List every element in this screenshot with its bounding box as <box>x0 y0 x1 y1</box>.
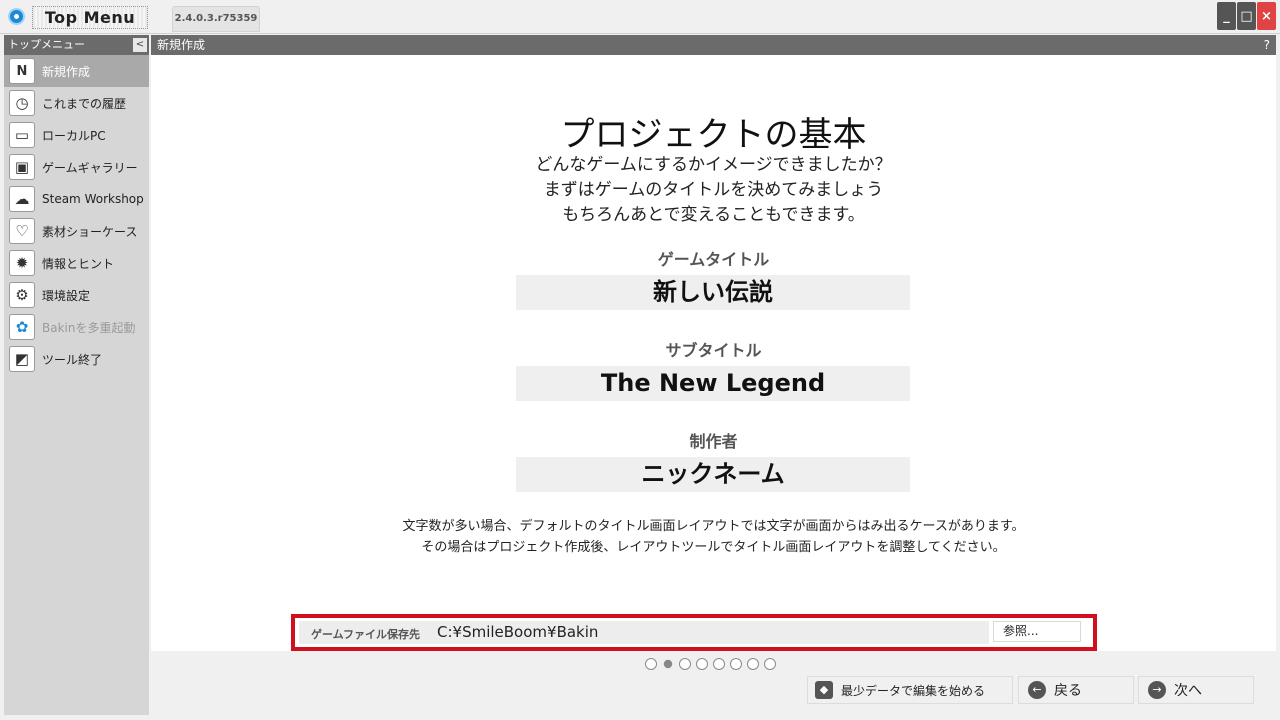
author-label: 制作者 <box>689 432 738 451</box>
note-line: 文字数が多い場合、デフォルトのタイトル画面レイアウトでは文字が画面からはみ出るケ… <box>402 519 1025 534</box>
heart-download-icon: ♡ <box>9 218 35 244</box>
page-dot[interactable] <box>679 658 691 670</box>
page-indicator <box>645 658 776 670</box>
page-dot[interactable] <box>764 658 776 670</box>
title-bar: Top Menu 2.4.0.3.r75359 _ □ × <box>0 0 1280 34</box>
window-title: Top Menu <box>32 6 148 29</box>
sidebar-item-label: 環境設定 <box>42 288 91 303</box>
sidebar-item-label: ツール終了 <box>42 352 103 367</box>
sidebar-item-settings[interactable]: ⚙ 環境設定 <box>4 279 149 311</box>
game-title-label: ゲームタイトル <box>657 250 770 269</box>
main-content: プロジェクトの基本 どんなゲームにするかイメージできましたか？ まずはゲームのタ… <box>151 55 1276 651</box>
start-minimal-data-button[interactable]: ◆ 最少データで編集を始める <box>807 676 1013 704</box>
next-button[interactable]: → 次へ <box>1138 676 1254 704</box>
intro-line: もちろんあとで変えることもできます。 <box>562 205 865 225</box>
layout-note: 文字数が多い場合、デフォルトのタイトル画面レイアウトでは文字が画面からはみ出るケ… <box>151 516 1276 558</box>
save-location-path: C:¥SmileBoom¥Bakin <box>437 623 599 641</box>
arrow-left-icon: ← <box>1028 681 1046 699</box>
sidebar-item-multi-launch[interactable]: ✿ Bakinを多重起動 <box>4 311 149 343</box>
cloud-icon: ☁ <box>9 186 35 212</box>
intro-text: どんなゲームにするかイメージできましたか？ まずはゲームのタイトルを決めてみまし… <box>151 153 1276 228</box>
exit-icon: ◩ <box>9 346 35 372</box>
subtitle-label: サブタイトル <box>665 341 762 360</box>
browse-button[interactable]: 参照... <box>993 621 1081 642</box>
close-button[interactable]: × <box>1257 2 1276 30</box>
button-label: 最少データで編集を始める <box>841 683 986 698</box>
sidebar-item-steam-workshop[interactable]: ☁ Steam Workshop <box>4 183 149 215</box>
page-dot[interactable] <box>696 658 708 670</box>
sidebar-item-local-pc[interactable]: ▭ ローカルPC <box>4 119 149 151</box>
collapse-sidebar-button[interactable]: < <box>133 38 147 52</box>
section-title: プロジェクトの基本 <box>560 115 867 155</box>
sidebar-item-label: 素材ショーケース <box>42 224 138 239</box>
subtitle-field[interactable]: The New Legend <box>516 366 910 401</box>
sidebar: トップメニュー < N 新規作成 ◷ これまでの履歴 ▭ ローカルPC ▣ ゲー… <box>4 35 149 715</box>
gear-icon: ⚙ <box>9 282 35 308</box>
sidebar-item-label: ローカルPC <box>42 128 106 143</box>
history-icon: ◷ <box>9 90 35 116</box>
app-logo-icon <box>8 8 25 25</box>
sidebar-item-label: Bakinを多重起動 <box>42 320 136 335</box>
page-dot[interactable] <box>747 658 759 670</box>
sidebar-item-label: これまでの履歴 <box>42 96 127 111</box>
version-tab[interactable]: 2.4.0.3.r75359 <box>172 6 260 32</box>
sidebar-item-info-hints[interactable]: ✹ 情報とヒント <box>4 247 149 279</box>
sidebar-item-asset-showcase[interactable]: ♡ 素材ショーケース <box>4 215 149 247</box>
sidebar-item-game-gallery[interactable]: ▣ ゲームギャラリー <box>4 151 149 183</box>
sidebar-item-label: Steam Workshop <box>42 192 144 206</box>
sidebar-item-exit-tool[interactable]: ◩ ツール終了 <box>4 343 149 375</box>
sidebar-item-history[interactable]: ◷ これまでの履歴 <box>4 87 149 119</box>
sidebar-header: トップメニュー < <box>4 35 149 55</box>
author-field[interactable]: ニックネーム <box>516 457 910 492</box>
game-title-field[interactable]: 新しい伝説 <box>516 275 910 310</box>
page-dot-current[interactable] <box>663 659 673 669</box>
page-title: 新規作成 <box>157 38 206 52</box>
save-location-field[interactable]: ゲームファイル保存先 C:¥SmileBoom¥Bakin <box>299 621 989 644</box>
content-header: 新規作成 ? <box>151 35 1276 55</box>
sidebar-item-label: 新規作成 <box>42 64 91 79</box>
maximize-button[interactable]: □ <box>1237 2 1256 30</box>
game-gallery-icon: ▣ <box>9 154 35 180</box>
save-location-panel: ゲームファイル保存先 C:¥SmileBoom¥Bakin 参照... <box>291 614 1097 651</box>
lightbulb-icon: ✹ <box>9 250 35 276</box>
monitor-icon: ▭ <box>9 122 35 148</box>
multi-launch-icon: ✿ <box>9 314 35 340</box>
page-dot[interactable] <box>730 658 742 670</box>
save-location-label: ゲームファイル保存先 <box>311 628 421 641</box>
cube-icon: ◆ <box>815 681 833 699</box>
arrow-right-icon: → <box>1148 681 1166 699</box>
intro-line: どんなゲームにするかイメージできましたか？ <box>535 155 892 175</box>
sidebar-item-label: 情報とヒント <box>42 256 115 271</box>
button-label: 戻る <box>1054 683 1082 699</box>
minimize-button[interactable]: _ <box>1217 2 1236 30</box>
back-button[interactable]: ← 戻る <box>1018 676 1134 704</box>
sidebar-title: トップメニュー <box>8 38 85 51</box>
note-line: その場合はプロジェクト作成後、レイアウトツールでタイトル画面レイアウトを調整して… <box>421 540 1006 555</box>
sidebar-item-label: ゲームギャラリー <box>42 160 138 175</box>
button-label: 次へ <box>1174 683 1202 699</box>
new-project-icon: N <box>9 58 35 84</box>
page-dot[interactable] <box>645 658 657 670</box>
sidebar-item-new-project[interactable]: N 新規作成 <box>4 55 149 87</box>
intro-line: まずはゲームのタイトルを決めてみましょう <box>543 180 884 200</box>
page-dot[interactable] <box>713 658 725 670</box>
help-icon[interactable]: ? <box>1264 35 1270 55</box>
